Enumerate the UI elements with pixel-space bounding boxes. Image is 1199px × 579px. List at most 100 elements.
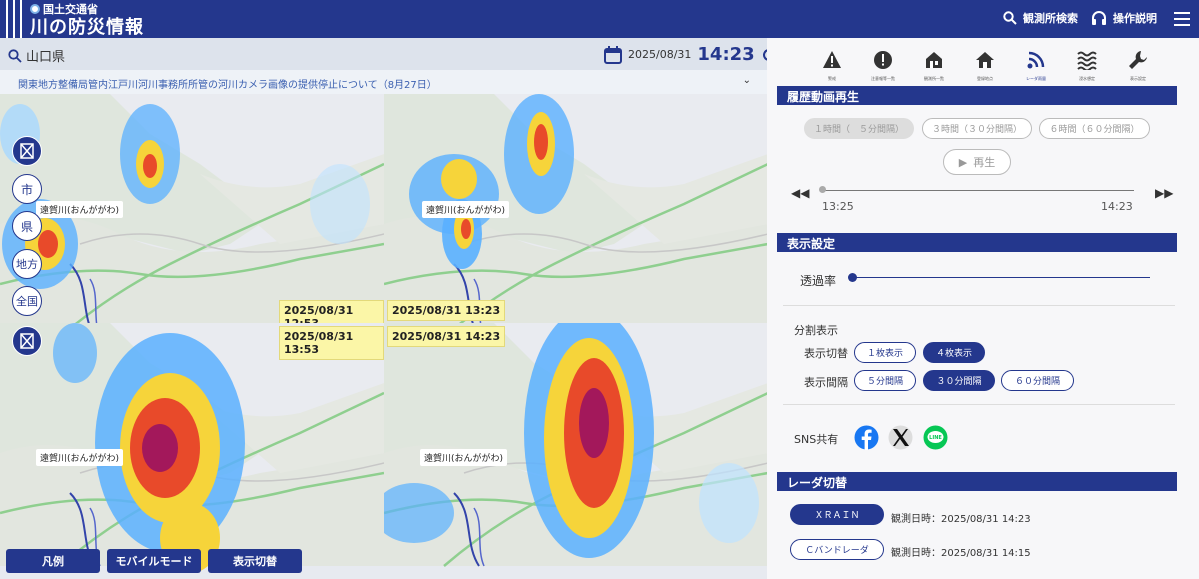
notice-text[interactable]: 関東地方整備局管内江戸川河川事務所所管の河川カメラ画像の提供停止について（8月2… — [18, 80, 437, 91]
tool-home[interactable]: 登録地点 — [970, 50, 1000, 82]
display-settings-heading: 表示設定 — [777, 233, 1177, 252]
interval-60min-button[interactable]: ６０分間隔 — [1001, 370, 1074, 391]
quad-view-button[interactable]: ４枚表示 — [923, 342, 985, 363]
calendar-icon[interactable] — [604, 45, 622, 64]
xrain-button[interactable]: ＸＲＡＩＮ — [790, 504, 884, 525]
svg-text:LINE: LINE — [929, 435, 942, 441]
expand-icon — [20, 333, 34, 349]
river-label[interactable]: 遠賀川(おんががわ) — [420, 449, 508, 466]
scale-city-button[interactable]: 市 — [12, 174, 42, 204]
panel-timestamp: 2025/08/31 13:23 — [387, 300, 506, 321]
wave-icon — [1077, 51, 1097, 72]
tool-station[interactable]: 観測所一覧 — [919, 50, 949, 82]
help-label: 操作説明 — [1113, 12, 1157, 25]
station-search-label: 観測所検索 — [1023, 12, 1078, 25]
tool-settings[interactable]: 表示設定 — [1123, 50, 1153, 82]
play-button[interactable]: ▶ 再生 — [943, 149, 1011, 175]
interval-label: 表示間隔 — [804, 376, 848, 389]
tool-bar: 警戒 注意報等一覧 観測所一覧 登録地点 レーダ雨量 浸水想定 表示設定 — [817, 50, 1153, 82]
scale-region-button[interactable]: 地方 — [12, 249, 42, 279]
scale-national-button[interactable]: 全国 — [12, 286, 42, 316]
opacity-slider-handle[interactable] — [848, 273, 857, 282]
history-playback-heading: 履歴動画再生 — [777, 86, 1177, 105]
panel-timestamp: 2025/08/31 12:53 — [279, 300, 384, 323]
notice-banner[interactable]: 関東地方整備局管内江戸川河川事務所所管の河川カメラ画像の提供停止について（8月2… — [0, 70, 767, 94]
current-date: 2025/08/31 — [628, 48, 692, 61]
legend-button[interactable]: 凡例 — [6, 549, 100, 573]
warning-icon — [823, 51, 841, 68]
tool-warning[interactable]: 警戒 — [817, 50, 847, 82]
search-icon — [1003, 11, 1017, 25]
tool-flood[interactable]: 浸水想定 — [1072, 50, 1102, 82]
prefecture-name: 山口県 — [26, 50, 66, 65]
display-switch-label: 表示切替 — [804, 347, 848, 360]
x-twitter-icon[interactable] — [888, 425, 913, 450]
control-panel: 警戒 注意報等一覧 観測所一覧 登録地点 レーダ雨量 浸水想定 表示設定 履歴動… — [767, 38, 1199, 579]
app-title[interactable]: 川の防災情報 — [30, 13, 144, 39]
facebook-icon[interactable] — [854, 425, 879, 450]
headset-icon — [1092, 11, 1106, 25]
timeline-track[interactable] — [824, 190, 1134, 191]
prefecture-selector[interactable]: 山口県 — [8, 46, 65, 65]
fullscreen-toggle-button[interactable] — [12, 136, 42, 166]
history-6h-option[interactable]: ６時間（６０分間隔） — [1039, 118, 1150, 139]
wrench-icon — [1129, 51, 1147, 69]
xrain-observed-time: 観測日時：2025/08/31 14:23 — [891, 514, 1031, 525]
chevron-down-icon[interactable]: ⌄ — [743, 75, 751, 86]
expand-icon — [20, 143, 34, 159]
app-header: 国土交通省 川の防災情報 観測所検索 操作説明 — [0, 0, 1199, 38]
single-view-button[interactable]: １枚表示 — [854, 342, 916, 363]
radar-panel-2[interactable]: 遠賀川(おんががわ) 2025/08/31 13:23 — [384, 94, 767, 323]
hamburger-menu-icon[interactable] — [1174, 12, 1190, 26]
opacity-label: 透過率 — [800, 274, 837, 288]
radar-map-grid[interactable]: 遠賀川(おんががわ) 2025/08/31 12:53 遠賀川(おんががわ) 2… — [0, 94, 767, 579]
radar-panel-4[interactable]: 遠賀川(おんががわ) 2025/08/31 14:23 — [384, 323, 767, 579]
radar-icon — [1027, 51, 1045, 69]
cband-radar-button[interactable]: Ｃバンドレーダ — [790, 539, 884, 560]
tool-label: 登録地点 — [977, 76, 993, 81]
timeline-start-time: 13:25 — [822, 200, 854, 213]
display-switch-button[interactable]: 表示切替 — [208, 549, 302, 573]
interval-5min-button[interactable]: ５分間隔 — [854, 370, 916, 391]
history-3h-option[interactable]: ３時間（３０分間隔） — [922, 118, 1032, 139]
river-label[interactable]: 遠賀川(おんががわ) — [422, 201, 510, 218]
opacity-slider-track[interactable] — [850, 277, 1150, 278]
panel-timestamp: 2025/08/31 13:53 — [279, 326, 384, 360]
timeline-end-time: 14:23 — [1101, 200, 1133, 213]
split-display-label: 分割表示 — [794, 324, 838, 337]
alert-icon — [874, 51, 892, 69]
radar-switch-heading: レーダ切替 — [777, 472, 1177, 491]
sns-share-label: SNS共有 — [794, 433, 839, 446]
tool-label: 表示設定 — [1130, 76, 1146, 81]
tool-label: レーダ雨量 — [1026, 76, 1046, 81]
radar-panel-1[interactable]: 遠賀川(おんががわ) 2025/08/31 12:53 — [0, 94, 384, 323]
radar-panel-3[interactable]: 遠賀川(おんががわ) 2025/08/31 13:53 — [0, 323, 384, 579]
history-1h-option[interactable]: １時間（ ５分間隔） — [804, 118, 914, 139]
river-label[interactable]: 遠賀川(おんががわ) — [36, 201, 124, 218]
home-icon — [976, 52, 994, 68]
tool-alert[interactable]: 注意報等一覧 — [868, 50, 898, 82]
station-search-button[interactable]: 観測所検索 — [1003, 10, 1078, 26]
tool-label: 警戒 — [828, 76, 836, 81]
interval-30min-button[interactable]: ３０分間隔 — [923, 370, 995, 391]
panel-timestamp: 2025/08/31 14:23 — [387, 326, 506, 347]
fast-forward-icon[interactable]: ▶▶ — [1155, 186, 1173, 200]
datetime-display: 2025/08/31 14:23 — [604, 44, 777, 65]
tool-radar[interactable]: レーダ雨量 — [1021, 50, 1051, 82]
divider — [783, 305, 1175, 306]
scale-pref-button[interactable]: 県 — [12, 211, 42, 241]
tool-label: 観測所一覧 — [924, 76, 944, 81]
river-label[interactable]: 遠賀川(おんががわ) — [36, 449, 124, 466]
search-icon — [8, 48, 22, 63]
timeline-handle[interactable] — [819, 186, 826, 193]
mobile-mode-button[interactable]: モバイルモード — [107, 549, 201, 573]
panel-split-toggle-button[interactable] — [12, 326, 42, 356]
tool-label: 浸水想定 — [1079, 76, 1095, 81]
line-icon[interactable]: LINE — [923, 425, 948, 450]
help-button[interactable]: 操作説明 — [1091, 10, 1157, 26]
play-label: 再生 — [973, 156, 996, 169]
station-icon — [926, 52, 942, 68]
rewind-icon[interactable]: ◀◀ — [791, 186, 809, 200]
cband-observed-time: 観測日時：2025/08/31 14:15 — [891, 548, 1031, 559]
tool-label: 注意報等一覧 — [871, 76, 895, 81]
